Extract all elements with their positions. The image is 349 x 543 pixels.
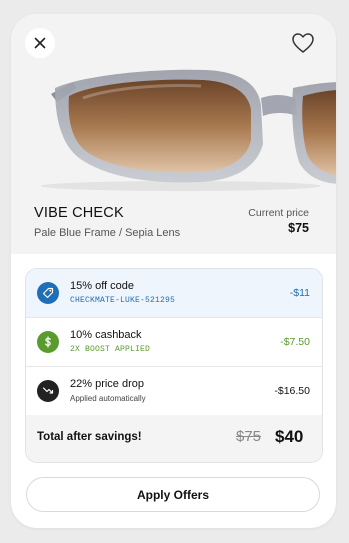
sunglasses-image: [41, 69, 336, 191]
offers-list: 15% off code CHECKMATE-LUKE-521295 -$11 …: [25, 268, 323, 463]
offer-title: 22% price drop: [70, 378, 144, 390]
promo-code: CHECKMATE-LUKE-521295: [70, 296, 176, 305]
offer-title: 10% cashback: [70, 329, 142, 341]
product-name: VIBE CHECK: [34, 205, 124, 221]
trend-down-icon: [37, 380, 59, 402]
original-price: $75: [236, 428, 262, 445]
cashback-boost: 2X BOOST APPLIED: [70, 345, 151, 354]
close-icon: [34, 37, 46, 49]
heart-icon: [292, 33, 314, 53]
product-variant: Pale Blue Frame / Sepia Lens: [34, 227, 181, 239]
offer-row-price-drop[interactable]: 22% price drop Applied automatically -$1…: [26, 367, 322, 415]
product-hero: VIBE CHECK Pale Blue Frame / Sepia Lens …: [11, 14, 336, 254]
current-price-label: Current price: [248, 207, 309, 219]
offer-amount: -$11: [289, 287, 310, 299]
total-row: Total after savings! $75 $40: [26, 415, 322, 462]
tag-icon: [37, 282, 59, 304]
current-price: $75: [288, 221, 309, 235]
offer-amount: -$7.50: [280, 336, 310, 348]
offer-row-cashback[interactable]: 10% cashback 2X BOOST APPLIED -$7.50: [26, 318, 322, 367]
total-label: Total after savings!: [37, 431, 142, 443]
favorite-button[interactable]: [290, 32, 316, 56]
offer-detail: Applied automatically: [70, 394, 146, 403]
offer-row-code[interactable]: 15% off code CHECKMATE-LUKE-521295 -$11: [26, 269, 322, 318]
apply-offers-button[interactable]: Apply Offers: [26, 477, 320, 512]
offer-amount: -$16.50: [274, 385, 310, 397]
offer-title: 15% off code: [70, 280, 135, 292]
offer-card: VIBE CHECK Pale Blue Frame / Sepia Lens …: [11, 14, 336, 528]
dollar-icon: [37, 331, 59, 353]
final-price: $40: [275, 427, 304, 446]
